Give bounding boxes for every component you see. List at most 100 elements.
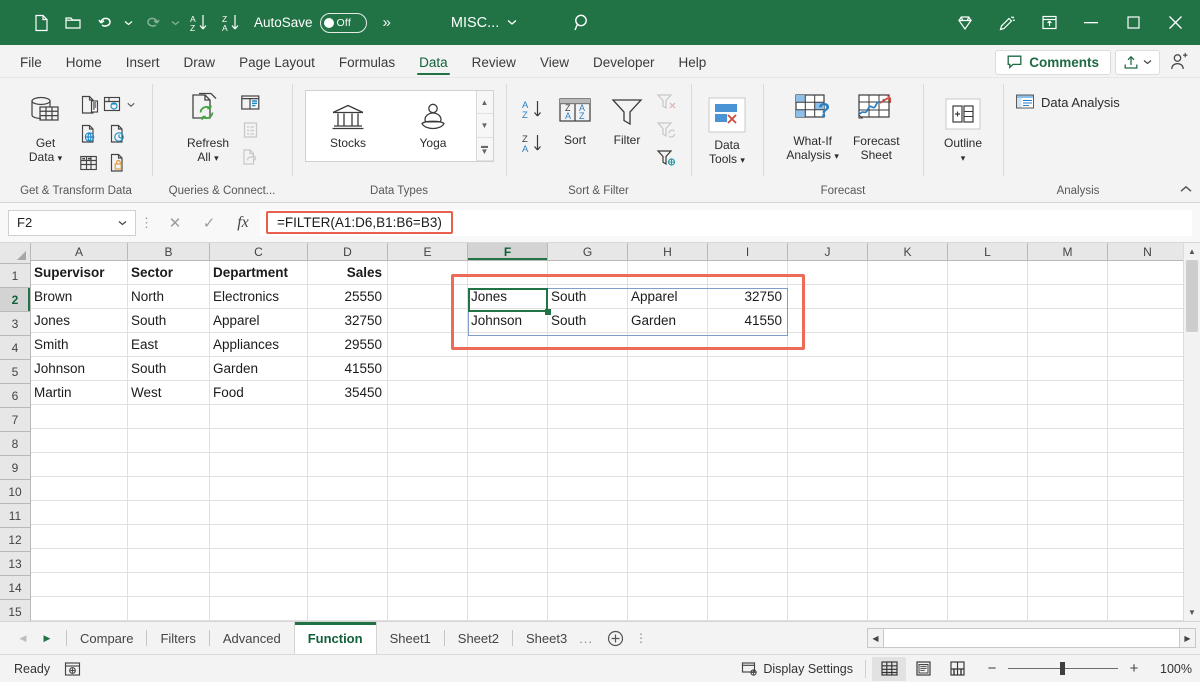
cell-K3[interactable] <box>868 309 948 333</box>
cell-N15[interactable] <box>1108 597 1188 621</box>
cell-H7[interactable] <box>628 405 708 429</box>
cell-D2[interactable]: 25550 <box>308 285 388 309</box>
cell-H6[interactable] <box>628 381 708 405</box>
cell-K1[interactable] <box>868 261 948 285</box>
cell-G12[interactable] <box>548 525 628 549</box>
cell-J1[interactable] <box>788 261 868 285</box>
cell-L5[interactable] <box>948 357 1028 381</box>
cell-I9[interactable] <box>708 453 788 477</box>
cell-L15[interactable] <box>948 597 1028 621</box>
tab-view[interactable]: View <box>528 51 581 77</box>
cell-C9[interactable] <box>210 453 308 477</box>
yoga-data-type[interactable]: Yoga <box>391 91 476 161</box>
cell-E14[interactable] <box>388 573 468 597</box>
cell-A15[interactable] <box>31 597 128 621</box>
cell-I7[interactable] <box>708 405 788 429</box>
cell-K2[interactable] <box>868 285 948 309</box>
sheet-nav-next-icon[interactable]: ▶ <box>36 627 58 649</box>
zoom-out-button[interactable]: − <box>984 660 1000 677</box>
cell-C3[interactable]: Apparel <box>210 309 308 333</box>
cell-M4[interactable] <box>1028 333 1108 357</box>
tab-help[interactable]: Help <box>667 51 719 77</box>
what-if-analysis-button[interactable]: ? What-If Analysis ▾ <box>780 87 845 165</box>
row-header-9[interactable]: 9 <box>0 456 30 480</box>
cell-D3[interactable]: 32750 <box>308 309 388 333</box>
sort-button[interactable]: Z A A Z Sort <box>549 85 601 149</box>
cell-L14[interactable] <box>948 573 1028 597</box>
cell-I5[interactable] <box>708 357 788 381</box>
cell-N10[interactable] <box>1108 477 1188 501</box>
zoom-in-button[interactable]: + <box>1126 660 1142 677</box>
cell-F9[interactable] <box>468 453 548 477</box>
row-header-10[interactable]: 10 <box>0 480 30 504</box>
cell-J7[interactable] <box>788 405 868 429</box>
row-header-14[interactable]: 14 <box>0 576 30 600</box>
cell-F3[interactable]: Johnson <box>468 309 548 333</box>
cell-M14[interactable] <box>1028 573 1108 597</box>
cell-B5[interactable]: South <box>128 357 210 381</box>
undo-icon[interactable] <box>90 8 120 38</box>
column-header-c[interactable]: C <box>210 243 308 260</box>
cell-E7[interactable] <box>388 405 468 429</box>
from-table-range-button[interactable] <box>77 150 103 176</box>
cell-D14[interactable] <box>308 573 388 597</box>
cell-D4[interactable]: 29550 <box>308 333 388 357</box>
horizontal-scrollbar[interactable]: ◀ ▶ <box>867 627 1196 649</box>
filter-button[interactable]: Filter <box>602 85 652 149</box>
forecast-sheet-button[interactable]: Forecast Sheet <box>847 87 906 164</box>
hscroll-right-icon[interactable]: ▶ <box>1179 628 1196 648</box>
cell-I3[interactable]: 41550 <box>708 309 788 333</box>
copilot-pen-icon[interactable] <box>986 0 1028 45</box>
column-header-g[interactable]: G <box>548 243 628 260</box>
cell-A14[interactable] <box>31 573 128 597</box>
cell-G3[interactable]: South <box>548 309 628 333</box>
column-header-n[interactable]: N <box>1108 243 1188 260</box>
cell-L11[interactable] <box>948 501 1028 525</box>
cell-F8[interactable] <box>468 429 548 453</box>
cell-F1[interactable] <box>468 261 548 285</box>
cell-K11[interactable] <box>868 501 948 525</box>
sheet-tabs-overflow[interactable]: ... <box>571 631 601 646</box>
cell-N12[interactable] <box>1108 525 1188 549</box>
cell-J6[interactable] <box>788 381 868 405</box>
existing-connections-button[interactable] <box>106 150 132 176</box>
maximize-button[interactable] <box>1112 0 1154 45</box>
column-header-k[interactable]: K <box>868 243 948 260</box>
zoom-slider-track[interactable] <box>1008 661 1118 675</box>
cell-L8[interactable] <box>948 429 1028 453</box>
cell-B4[interactable]: East <box>128 333 210 357</box>
column-header-f[interactable]: F <box>468 243 548 260</box>
scroll-down-icon[interactable]: ▼ <box>1184 604 1200 621</box>
tab-review[interactable]: Review <box>460 51 528 77</box>
select-all-corner[interactable] <box>0 243 31 264</box>
qat-more-icon[interactable]: » <box>383 14 391 31</box>
vertical-scroll-track[interactable] <box>1184 260 1200 604</box>
person-add-icon[interactable] <box>1164 49 1194 75</box>
vertical-scroll-thumb[interactable] <box>1186 260 1198 332</box>
cell-H14[interactable] <box>628 573 708 597</box>
cell-G4[interactable] <box>548 333 628 357</box>
cell-C8[interactable] <box>210 429 308 453</box>
cell-H8[interactable] <box>628 429 708 453</box>
cell-D10[interactable] <box>308 477 388 501</box>
row-header-4[interactable]: 4 <box>0 336 30 360</box>
cell-N1[interactable] <box>1108 261 1188 285</box>
undo-dropdown-caret-icon[interactable] <box>122 9 135 37</box>
cell-H1[interactable] <box>628 261 708 285</box>
cell-J3[interactable] <box>788 309 868 333</box>
close-button[interactable] <box>1154 0 1196 45</box>
collapse-ribbon-icon[interactable] <box>1176 179 1196 199</box>
cell-K14[interactable] <box>868 573 948 597</box>
cell-L9[interactable] <box>948 453 1028 477</box>
tab-data[interactable]: Data <box>407 51 460 77</box>
sheet-tab-sheet3[interactable]: Sheet3 <box>513 622 571 655</box>
new-file-icon[interactable] <box>26 8 56 38</box>
cell-J12[interactable] <box>788 525 868 549</box>
cell-F6[interactable] <box>468 381 548 405</box>
cell-B1[interactable]: Sector <box>128 261 210 285</box>
cell-A5[interactable]: Johnson <box>31 357 128 381</box>
insert-function-icon[interactable]: fx <box>226 210 260 236</box>
row-header-13[interactable]: 13 <box>0 552 30 576</box>
get-data-button[interactable]: Get Data ▾ <box>20 85 72 167</box>
ribbon-display-options-icon[interactable] <box>1028 0 1070 45</box>
